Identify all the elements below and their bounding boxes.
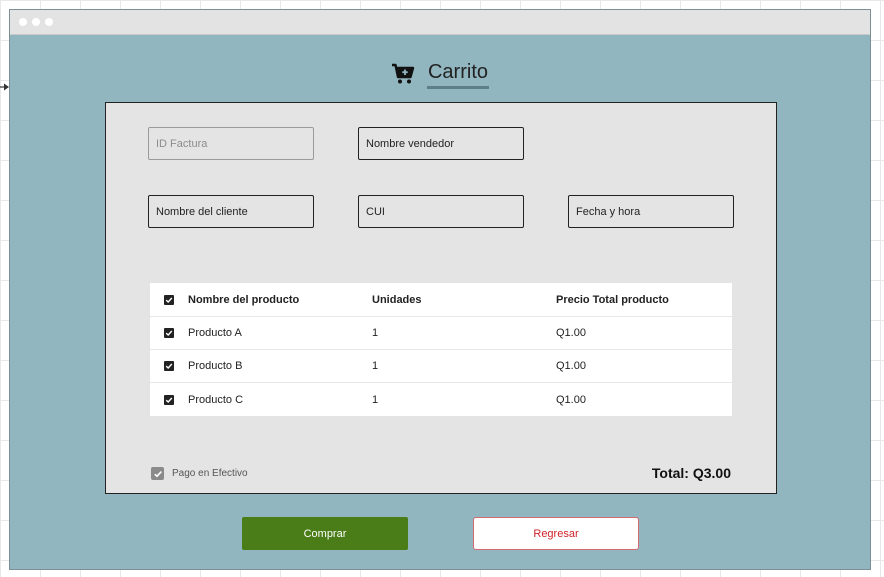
units-cell: 1 — [372, 327, 379, 339]
page-header: Carrito — [10, 58, 870, 90]
checkmark-icon — [165, 297, 173, 303]
back-button[interactable]: Regresar — [473, 517, 639, 550]
cash-payment-checkbox[interactable] — [151, 467, 164, 480]
datetime-field[interactable] — [568, 195, 734, 228]
window-minimize-dot[interactable] — [32, 18, 40, 26]
cart-plus-icon — [391, 63, 415, 84]
price-cell: Q1.00 — [556, 360, 586, 372]
seller-name-field[interactable] — [358, 127, 524, 160]
window-close-dot[interactable] — [19, 18, 27, 26]
price-cell: Q1.00 — [556, 327, 586, 339]
row-checkbox[interactable] — [164, 394, 174, 405]
cash-payment-label: Pago en Efectivo — [172, 468, 248, 479]
cash-payment-option[interactable]: Pago en Efectivo — [151, 467, 248, 480]
invoice-id-field — [148, 127, 314, 160]
page-title: Carrito — [426, 60, 489, 89]
table-row: Producto C 1 Q1.00 — [150, 383, 732, 416]
table-row: Producto B 1 Q1.00 — [150, 350, 732, 383]
checkmark-icon — [165, 363, 173, 369]
column-header-units: Unidades — [372, 293, 422, 306]
products-table: Nombre del producto Unidades Precio Tota… — [150, 283, 732, 416]
units-cell: 1 — [372, 360, 379, 372]
column-header-product: Nombre del producto — [188, 293, 300, 306]
product-name-cell: Producto C — [188, 393, 244, 406]
column-header-price: Precio Total producto — [556, 293, 669, 306]
price-cell: Q1.00 — [556, 393, 586, 406]
checkmark-icon — [165, 330, 173, 336]
window-maximize-dot[interactable] — [45, 18, 53, 26]
buy-button[interactable]: Comprar — [242, 517, 408, 550]
client-name-field[interactable] — [148, 195, 314, 228]
product-name-cell: Producto A — [188, 327, 242, 339]
app-window: Carrito Nombre del producto Unidades Pre… — [9, 9, 871, 570]
order-total: Total: Q3.00 — [651, 465, 731, 481]
cui-field[interactable] — [358, 195, 524, 228]
checkmark-icon — [165, 397, 173, 403]
units-cell: 1 — [372, 393, 379, 406]
row-checkbox[interactable] — [164, 328, 174, 338]
checkmark-icon — [153, 470, 162, 477]
row-checkbox[interactable] — [164, 361, 174, 371]
table-row: Producto A 1 Q1.00 — [150, 317, 732, 350]
product-name-cell: Producto B — [188, 360, 243, 372]
cart-panel: Nombre del producto Unidades Precio Tota… — [105, 102, 777, 494]
window-titlebar — [10, 10, 870, 35]
select-all-checkbox[interactable] — [164, 294, 174, 305]
table-header-row: Nombre del producto Unidades Precio Tota… — [150, 283, 732, 317]
